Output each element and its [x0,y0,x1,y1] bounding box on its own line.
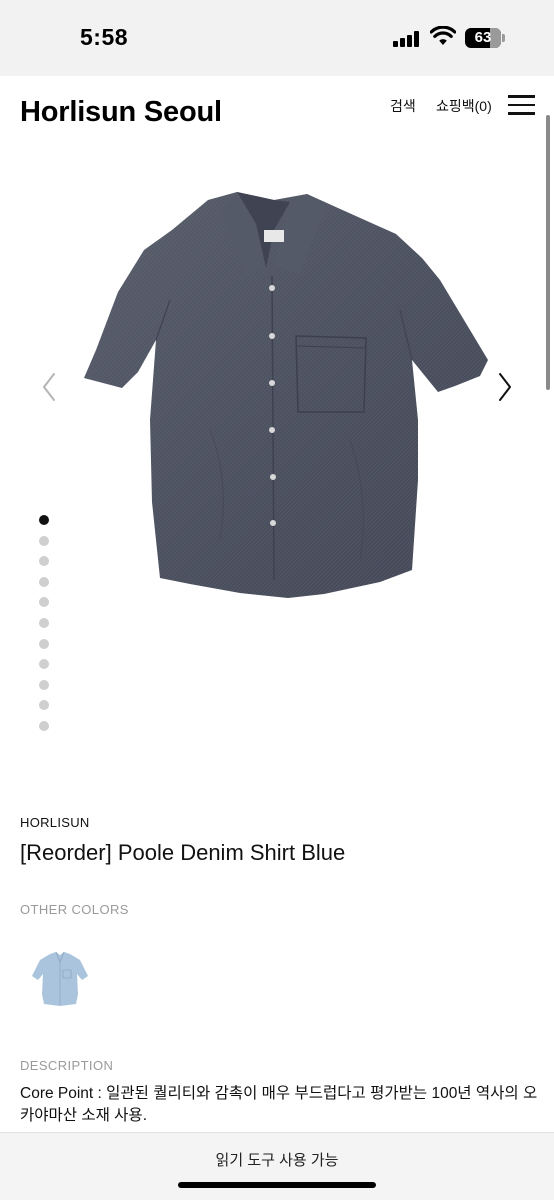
carousel-dot[interactable] [39,721,49,731]
product-image[interactable] [60,180,494,610]
wifi-icon [430,26,456,45]
light-blue-shirt-swatch[interactable] [30,946,90,1010]
status-time: 5:58 [80,24,129,50]
carousel-dot[interactable] [39,597,49,608]
carousel-dot[interactable] [39,638,49,649]
battery-level: 63 [474,29,492,46]
site-logo[interactable]: Horlisun Seoul [20,96,222,129]
product-title: [Reorder] Poole Denim Shirt Blue [20,840,346,865]
home-indicator[interactable] [178,1182,376,1188]
search-link[interactable]: 검색 [390,96,416,116]
status-bar: 5:58 63 [0,0,554,76]
carousel-dot[interactable] [39,659,49,670]
product-description: Core Point : 일관된 퀄리티와 감촉이 매우 부드럽다고 평가받는 … [20,1085,538,1124]
shopping-bag-link[interactable]: 쇼핑백(0) [436,96,492,116]
carousel-dot[interactable] [39,618,49,628]
carousel-dot[interactable] [39,515,49,525]
hamburger-menu-icon[interactable] [508,95,535,115]
reader-available-button[interactable]: 읽기 도구 사용 가능 [0,1149,554,1170]
battery-icon: 63 [465,28,505,48]
other-colors-label: OTHER COLORS [20,902,129,917]
chevron-right-icon[interactable] [492,370,516,404]
chevron-left-icon[interactable] [38,370,62,404]
product-brand[interactable]: HORLISUN [20,815,90,830]
description-label: DESCRIPTION [20,1058,114,1073]
carousel-dot[interactable] [39,576,49,587]
carousel-dot[interactable] [39,556,49,567]
page-scrollbar[interactable] [546,115,550,390]
carousel-dot[interactable] [39,679,49,690]
carousel-dot[interactable] [39,700,49,711]
cellular-signal-icon [393,31,421,47]
carousel-dot[interactable] [39,535,49,546]
